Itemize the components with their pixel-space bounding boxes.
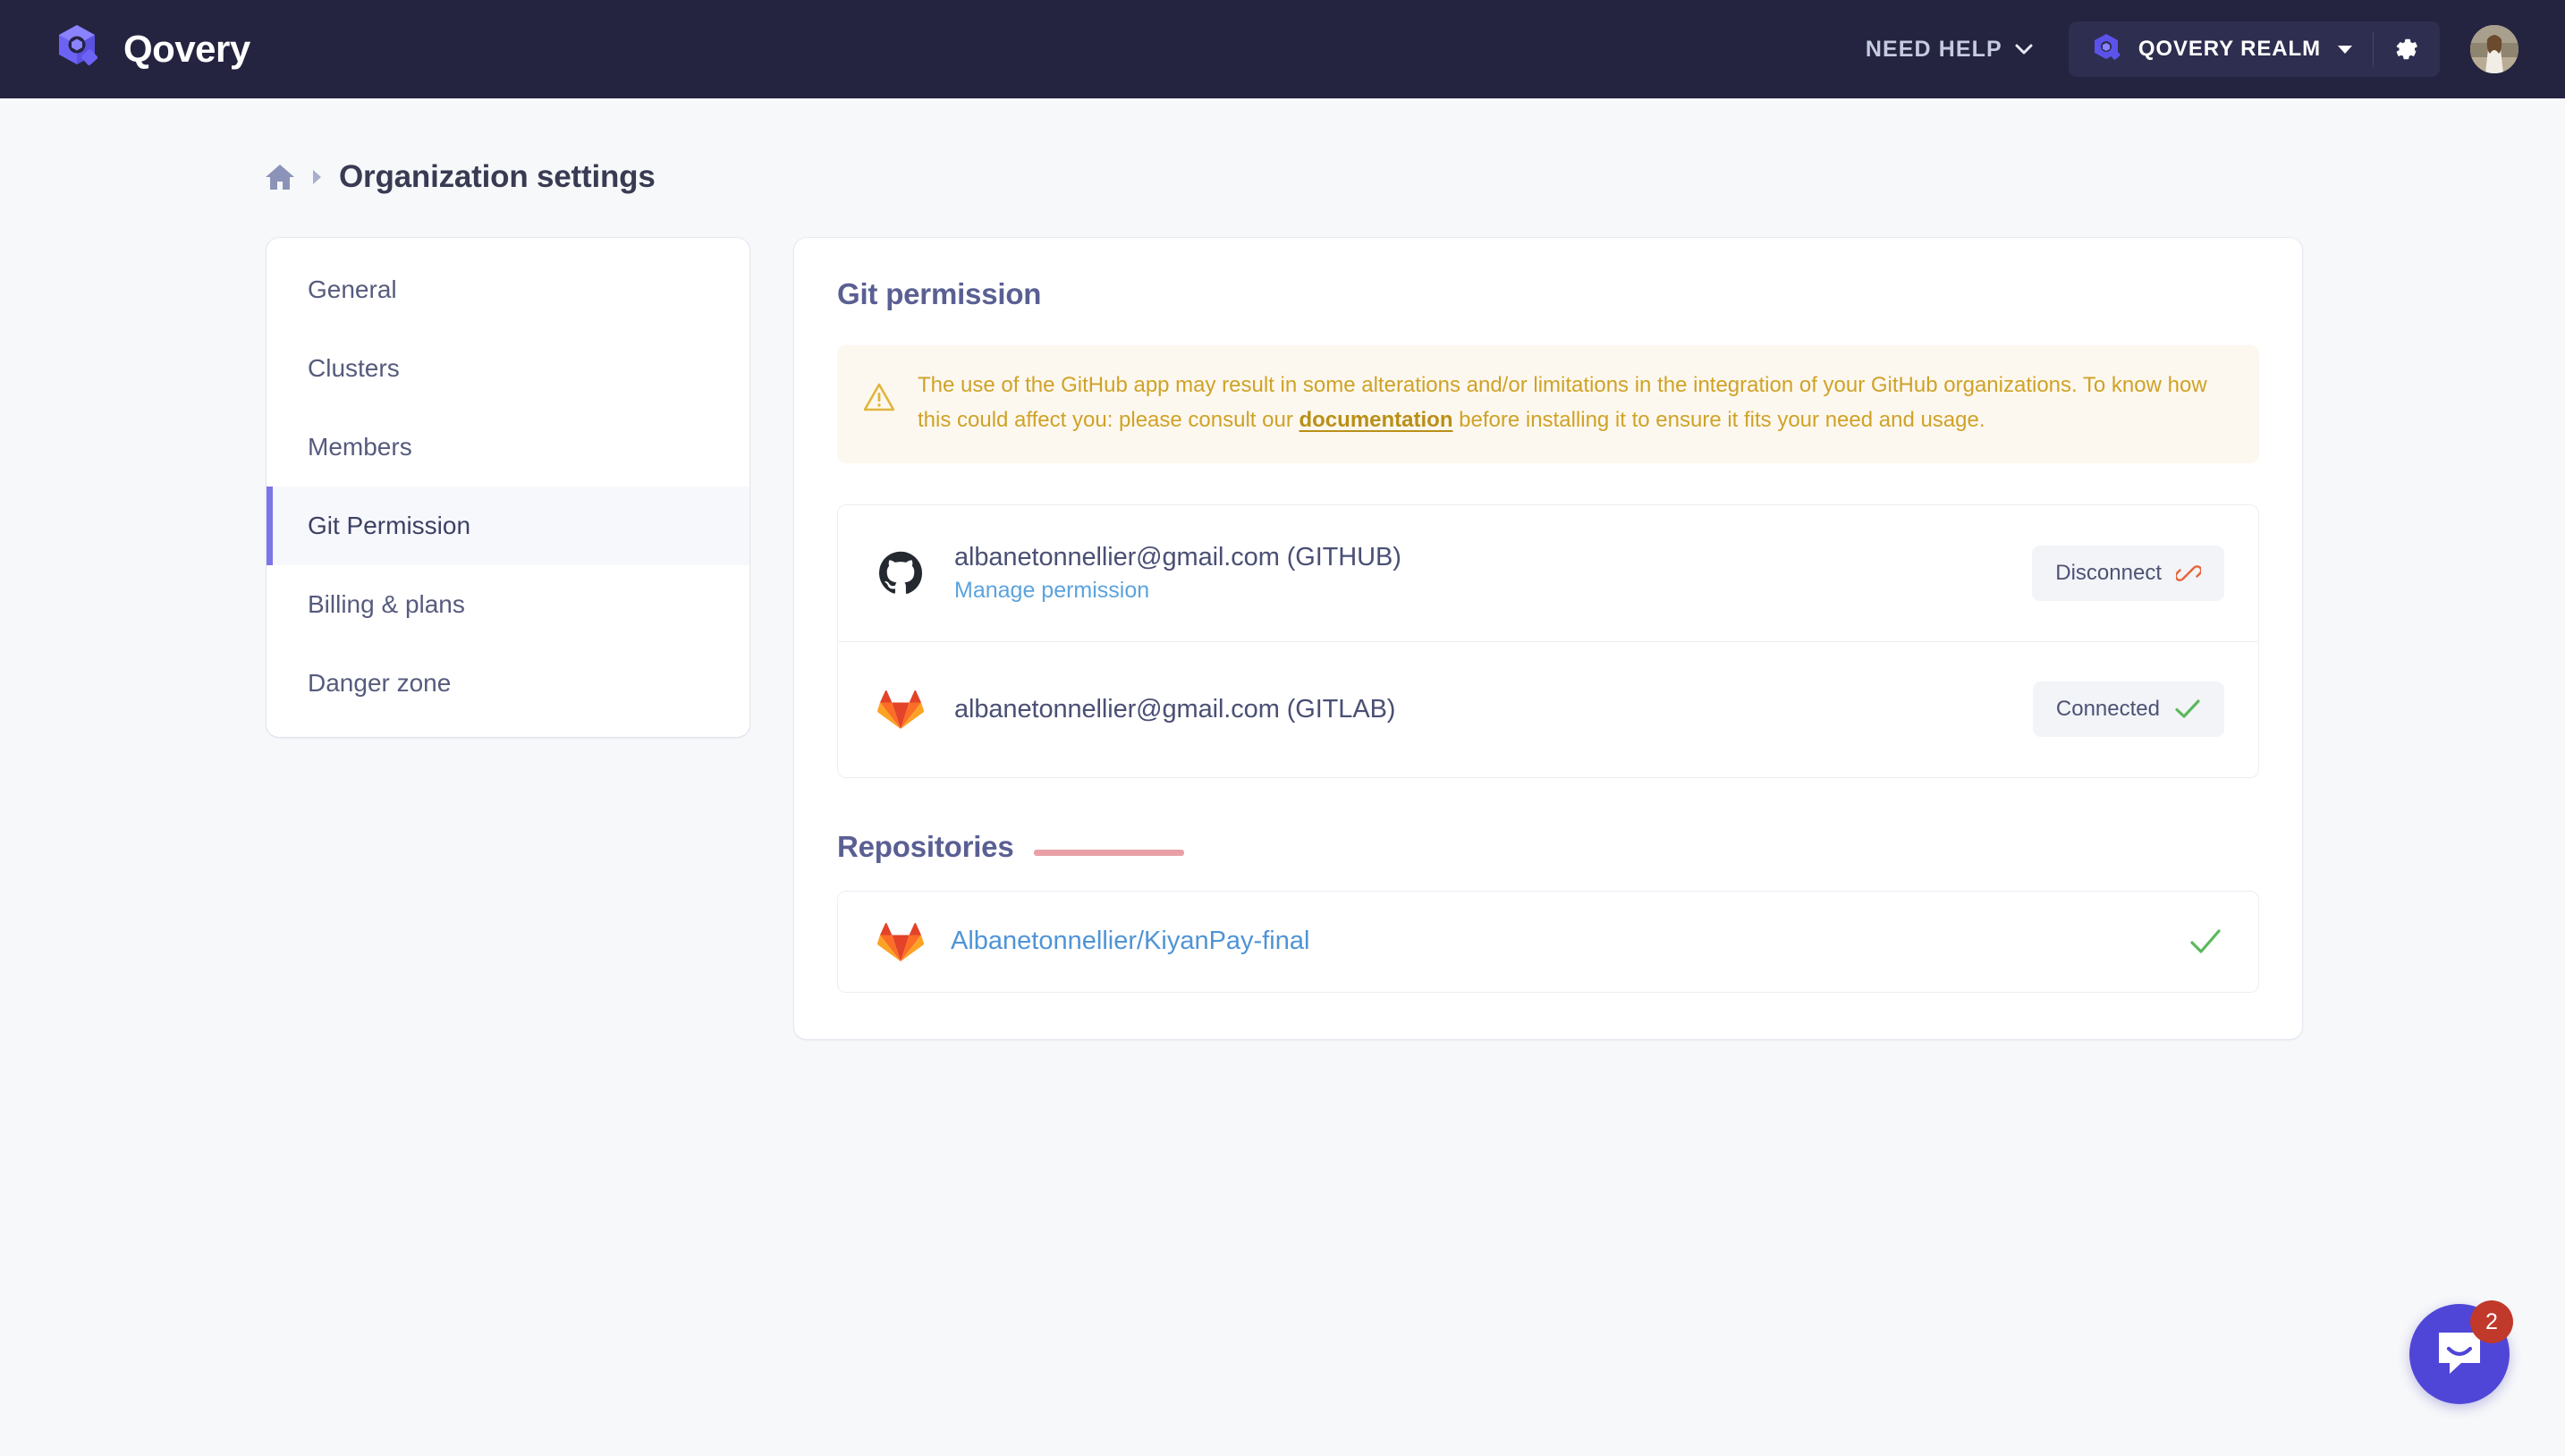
- sidebar-item-label: General: [308, 275, 397, 304]
- caret-down-icon: [2337, 45, 2353, 55]
- account-email: albanetonnellier@gmail.com (GITHUB): [954, 543, 2032, 572]
- settings-sidebar: General Clusters Members Git Permission …: [267, 238, 749, 737]
- github-icon: [877, 550, 954, 597]
- sidebar-item-label: Members: [308, 433, 412, 461]
- repositories-title: Repositories: [837, 830, 1014, 864]
- avatar[interactable]: [2470, 25, 2518, 73]
- gear-icon: [2393, 36, 2420, 63]
- chevron-down-icon: [2015, 44, 2033, 55]
- warning-text: The use of the GitHub app may result in …: [918, 368, 2229, 438]
- warning-text-part2: before installing it to ensure it fits y…: [1452, 408, 1985, 432]
- git-account-row-gitlab: albanetonnellier@gmail.com (GITLAB) Conn…: [838, 641, 2258, 777]
- top-navigation-bar: Qovery NEED HELP QOVERY REALM: [0, 0, 2565, 98]
- github-app-warning-banner: The use of the GitHub app may result in …: [837, 345, 2259, 463]
- need-help-label: NEED HELP: [1866, 37, 2002, 63]
- qovery-logo-icon: [54, 23, 104, 75]
- gitlab-icon: [877, 686, 954, 732]
- realm-switcher-button[interactable]: QOVERY REALM: [2069, 21, 2373, 77]
- sidebar-item-git-permission[interactable]: Git Permission: [267, 487, 749, 565]
- manage-permission-link[interactable]: Manage permission: [954, 578, 2032, 604]
- chat-unread-badge: 2: [2470, 1300, 2513, 1343]
- qovery-mark-icon: [2092, 33, 2122, 65]
- disconnect-label: Disconnect: [2055, 561, 2162, 586]
- user-avatar-image: [2470, 25, 2518, 73]
- check-icon: [2174, 698, 2201, 721]
- git-account-row-github: albanetonnellier@gmail.com (GITHUB) Mana…: [838, 505, 2258, 641]
- repository-name-link[interactable]: Albanetonnellier/KiyanPay-final: [951, 927, 2188, 956]
- account-info: albanetonnellier@gmail.com (GITHUB) Mana…: [954, 543, 2032, 604]
- chevron-right-icon: [311, 168, 323, 186]
- realm-label: QOVERY REALM: [2138, 37, 2321, 62]
- gitlab-icon: [877, 918, 951, 965]
- git-permission-panel: Git permission The use of the GitHub app…: [794, 238, 2302, 1039]
- warning-triangle-icon: [864, 368, 894, 438]
- disconnect-button[interactable]: Disconnect: [2032, 546, 2224, 601]
- connected-label: Connected: [2056, 697, 2160, 722]
- check-icon: [2188, 925, 2222, 959]
- account-info: albanetonnellier@gmail.com (GITLAB): [954, 695, 2033, 724]
- sidebar-item-billing-plans[interactable]: Billing & plans: [267, 565, 749, 644]
- sidebar-item-members[interactable]: Members: [267, 408, 749, 487]
- settings-button[interactable]: [2374, 21, 2440, 77]
- sidebar-item-danger-zone[interactable]: Danger zone: [267, 644, 749, 723]
- sidebar-item-label: Danger zone: [308, 669, 451, 698]
- sidebar-item-label: Git Permission: [308, 512, 470, 540]
- nav-right-group: NEED HELP QOVERY REALM: [1860, 21, 2518, 77]
- panel-title: Git permission: [837, 277, 2259, 311]
- brand-logo-link[interactable]: Qovery: [54, 23, 250, 75]
- sidebar-item-general[interactable]: General: [267, 250, 749, 329]
- realm-switcher-group: QOVERY REALM: [2069, 21, 2440, 77]
- brand-name: Qovery: [123, 28, 250, 71]
- repositories-header: Repositories: [837, 830, 2259, 864]
- home-icon[interactable]: [265, 163, 295, 191]
- page-title: Organization settings: [339, 159, 656, 195]
- documentation-link[interactable]: documentation: [1299, 408, 1452, 432]
- repositories-list: Albanetonnellier/KiyanPay-final: [837, 891, 2259, 993]
- account-email: albanetonnellier@gmail.com (GITLAB): [954, 695, 2033, 724]
- repository-row[interactable]: Albanetonnellier/KiyanPay-final: [838, 892, 2258, 992]
- breadcrumb: Organization settings: [265, 159, 656, 195]
- broken-link-icon: [2176, 561, 2201, 586]
- sidebar-item-label: Billing & plans: [308, 590, 465, 619]
- git-accounts-list: albanetonnellier@gmail.com (GITHUB) Mana…: [837, 504, 2259, 778]
- sidebar-item-label: Clusters: [308, 354, 400, 383]
- repositories-loading-bar: [1034, 850, 1184, 856]
- need-help-dropdown[interactable]: NEED HELP: [1860, 28, 2038, 72]
- intercom-chat-button[interactable]: 2: [2409, 1304, 2510, 1404]
- sidebar-item-clusters[interactable]: Clusters: [267, 329, 749, 408]
- connected-button[interactable]: Connected: [2033, 681, 2224, 737]
